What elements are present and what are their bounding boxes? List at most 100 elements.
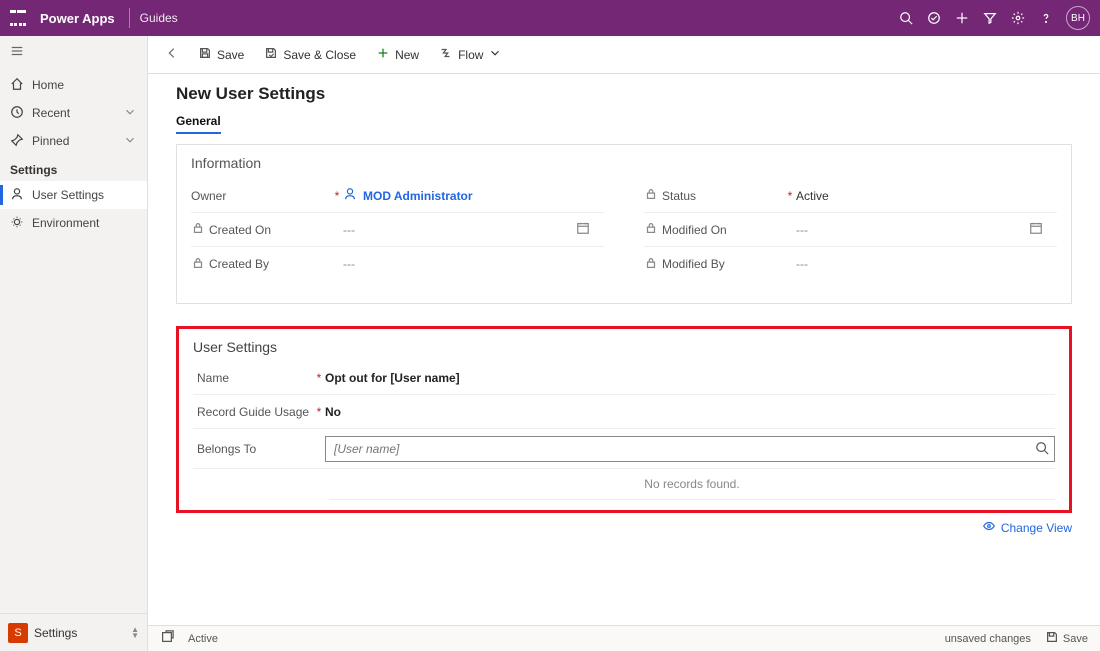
tab-general[interactable]: General <box>176 114 221 134</box>
row-created-by: Created By --- <box>191 247 604 281</box>
lock-icon <box>644 221 658 238</box>
popout-icon[interactable] <box>160 630 174 647</box>
brand-label: Power Apps <box>40 11 115 26</box>
command-bar: Save Save & Close New Flow <box>148 36 1100 74</box>
information-section: Information Owner * MOD Administrator <box>176 144 1072 304</box>
owner-value[interactable]: MOD Administrator <box>343 187 604 204</box>
save-label: Save <box>217 48 244 62</box>
name-label: Name <box>193 371 313 385</box>
unsaved-changes-label: unsaved changes <box>945 633 1031 645</box>
app-launcher-icon[interactable] <box>10 10 26 26</box>
user-settings-title: User Settings <box>193 339 1055 355</box>
created-on-label: Created On <box>209 223 271 237</box>
nav-environment-label: Environment <box>32 216 99 230</box>
area-badge: S <box>8 623 28 643</box>
hamburger-icon[interactable] <box>0 36 147 71</box>
user-settings-section: User Settings Name * Opt out for [User n… <box>176 326 1072 513</box>
content: New User Settings General Information Ow… <box>148 74 1100 625</box>
row-record-guide-usage: Record Guide Usage * No <box>193 395 1055 429</box>
nav-home-label: Home <box>32 78 64 92</box>
save-icon <box>198 46 212 63</box>
save-icon <box>1045 630 1059 647</box>
main: Save Save & Close New Flow New User Sett… <box>148 36 1100 651</box>
home-icon <box>10 77 24 94</box>
new-label: New <box>395 48 419 62</box>
created-by-value: --- <box>343 257 604 271</box>
gear-icon <box>10 215 24 232</box>
nav-home[interactable]: Home <box>0 71 147 99</box>
clock-icon <box>10 105 24 122</box>
app-name: Guides <box>140 11 178 25</box>
lock-icon <box>191 256 205 273</box>
required-mark: * <box>784 189 796 203</box>
required-mark: * <box>331 189 343 203</box>
created-by-label: Created By <box>209 257 269 271</box>
plus-icon <box>376 46 390 63</box>
belongs-to-label: Belongs To <box>193 442 313 456</box>
no-records-message: No records found. <box>329 469 1055 500</box>
footer-save-button[interactable]: Save <box>1045 630 1088 647</box>
chevron-down-icon <box>123 105 137 122</box>
person-icon <box>343 187 357 204</box>
calendar-icon[interactable] <box>1029 221 1043 238</box>
nav-user-settings-label: User Settings <box>32 188 104 202</box>
search-icon[interactable] <box>1035 441 1049 458</box>
add-icon[interactable] <box>948 11 976 25</box>
row-status: Status * Active <box>644 179 1057 213</box>
save-close-button[interactable]: Save & Close <box>256 42 364 67</box>
created-on-value: --- <box>343 221 604 238</box>
nav-pinned[interactable]: Pinned <box>0 127 147 155</box>
nav-recent-label: Recent <box>32 106 70 120</box>
back-button[interactable] <box>158 46 186 63</box>
modified-by-label: Modified By <box>662 257 725 271</box>
status-value[interactable]: Active <box>796 189 1057 203</box>
modified-on-value: --- <box>796 221 1057 238</box>
modified-on-label: Modified On <box>662 223 727 237</box>
record-guide-usage-label: Record Guide Usage <box>193 405 313 419</box>
row-created-on: Created On --- <box>191 213 604 247</box>
modified-by-value: --- <box>796 257 1057 271</box>
eye-icon <box>982 519 996 536</box>
nav-group-settings: Settings <box>0 155 147 181</box>
search-icon[interactable] <box>892 11 920 25</box>
status-active: Active <box>188 633 218 645</box>
flow-button[interactable]: Flow <box>431 42 510 67</box>
required-mark: * <box>313 405 325 419</box>
row-modified-by: Modified By --- <box>644 247 1057 281</box>
pin-icon <box>10 133 24 150</box>
nav-user-settings[interactable]: User Settings <box>0 181 147 209</box>
row-modified-on: Modified On --- <box>644 213 1057 247</box>
flow-icon <box>439 46 453 63</box>
nav-recent[interactable]: Recent <box>0 99 147 127</box>
row-belongs-to: Belongs To <box>193 429 1055 469</box>
task-icon[interactable] <box>920 11 948 25</box>
sidebar-area-switcher[interactable]: S Settings ▲▼ <box>0 613 147 651</box>
belongs-to-input[interactable] <box>325 436 1055 462</box>
record-guide-usage-value[interactable]: No <box>325 405 1055 419</box>
page-title: New User Settings <box>176 84 1072 104</box>
information-title: Information <box>191 155 1057 171</box>
chevron-down-icon <box>488 46 502 63</box>
filter-icon[interactable] <box>976 11 1004 25</box>
row-owner: Owner * MOD Administrator <box>191 179 604 213</box>
user-avatar[interactable]: BH <box>1066 6 1090 30</box>
sidebar: Home Recent Pinned Settings User Setting… <box>0 36 148 651</box>
help-icon[interactable] <box>1032 11 1060 25</box>
name-value[interactable]: Opt out for [User name] <box>325 371 1055 385</box>
calendar-icon[interactable] <box>576 221 590 238</box>
settings-icon[interactable] <box>1004 11 1032 25</box>
change-view-row: Change View <box>176 519 1072 536</box>
user-icon <box>10 187 24 204</box>
required-mark: * <box>313 371 325 385</box>
save-close-icon <box>264 46 278 63</box>
flow-label: Flow <box>458 48 483 62</box>
nav-environment[interactable]: Environment <box>0 209 147 237</box>
save-button[interactable]: Save <box>190 42 252 67</box>
updown-icon: ▲▼ <box>131 627 139 639</box>
save-close-label: Save & Close <box>283 48 356 62</box>
new-button[interactable]: New <box>368 42 427 67</box>
lock-icon <box>644 187 658 204</box>
change-view-link[interactable]: Change View <box>982 519 1072 536</box>
divider <box>129 8 130 28</box>
owner-label: Owner <box>191 189 226 203</box>
